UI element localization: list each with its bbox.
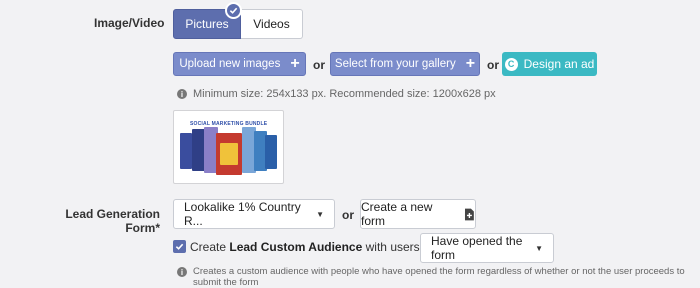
or-separator: or [487, 58, 499, 72]
upload-images-button[interactable]: Upload new images + [173, 52, 306, 76]
audience-hint: i Creates a custom audience with people … [177, 266, 697, 288]
or-separator: or [342, 208, 354, 222]
select-gallery-label: Select from your gallery [334, 58, 456, 70]
or-separator: or [313, 58, 325, 72]
audience-condition-select[interactable]: Have opened the form ▼ [420, 233, 554, 263]
canva-icon: C [504, 57, 518, 71]
lead-form-select-value: Lookalike 1% Country R... [184, 200, 301, 228]
thumbnail-book [220, 143, 238, 165]
create-form-button[interactable]: Create a new form [360, 199, 476, 229]
lead-audience-text: Create Lead Custom Audience with users w… [190, 240, 445, 254]
lead-form-label: Lead Generation Form* [65, 207, 160, 235]
image-thumbnail[interactable]: SOCIAL MARKETING BUNDLE [173, 110, 284, 184]
selected-check-icon [225, 2, 242, 19]
audience-prefix: Create [190, 240, 227, 254]
design-ad-label: Design an ad [523, 57, 595, 71]
plus-icon: + [290, 55, 300, 72]
caret-down-icon: ▼ [316, 209, 324, 219]
info-icon: i [177, 267, 187, 277]
size-hint: i Minimum size: 254x133 px. Recommended … [177, 88, 496, 100]
size-hint-text: Minimum size: 254x133 px. Recommended si… [193, 88, 496, 100]
plus-icon: + [465, 55, 476, 72]
thumbnail-book [265, 135, 277, 169]
lead-audience-checkbox[interactable] [173, 240, 186, 253]
new-form-icon [465, 208, 475, 220]
create-form-label: Create a new form [361, 200, 433, 228]
thumbnail-title: SOCIAL MARKETING BUNDLE [190, 121, 268, 127]
lead-form-select[interactable]: Lookalike 1% Country R... ▼ [173, 199, 335, 229]
design-ad-button[interactable]: C Design an ad [502, 52, 597, 76]
select-gallery-button[interactable]: Select from your gallery + [330, 52, 480, 76]
audience-condition-value: Have opened the form [431, 234, 523, 262]
audience-bold: Lead Custom Audience [229, 240, 363, 254]
videos-toggle[interactable]: Videos [241, 9, 303, 39]
info-icon: i [177, 89, 187, 99]
upload-images-label: Upload new images [179, 58, 281, 70]
thumbnail-book [180, 133, 192, 169]
audience-hint-text: Creates a custom audience with people wh… [193, 266, 685, 288]
image-video-label: Image/Video [94, 16, 165, 30]
caret-down-icon: ▼ [535, 243, 543, 253]
